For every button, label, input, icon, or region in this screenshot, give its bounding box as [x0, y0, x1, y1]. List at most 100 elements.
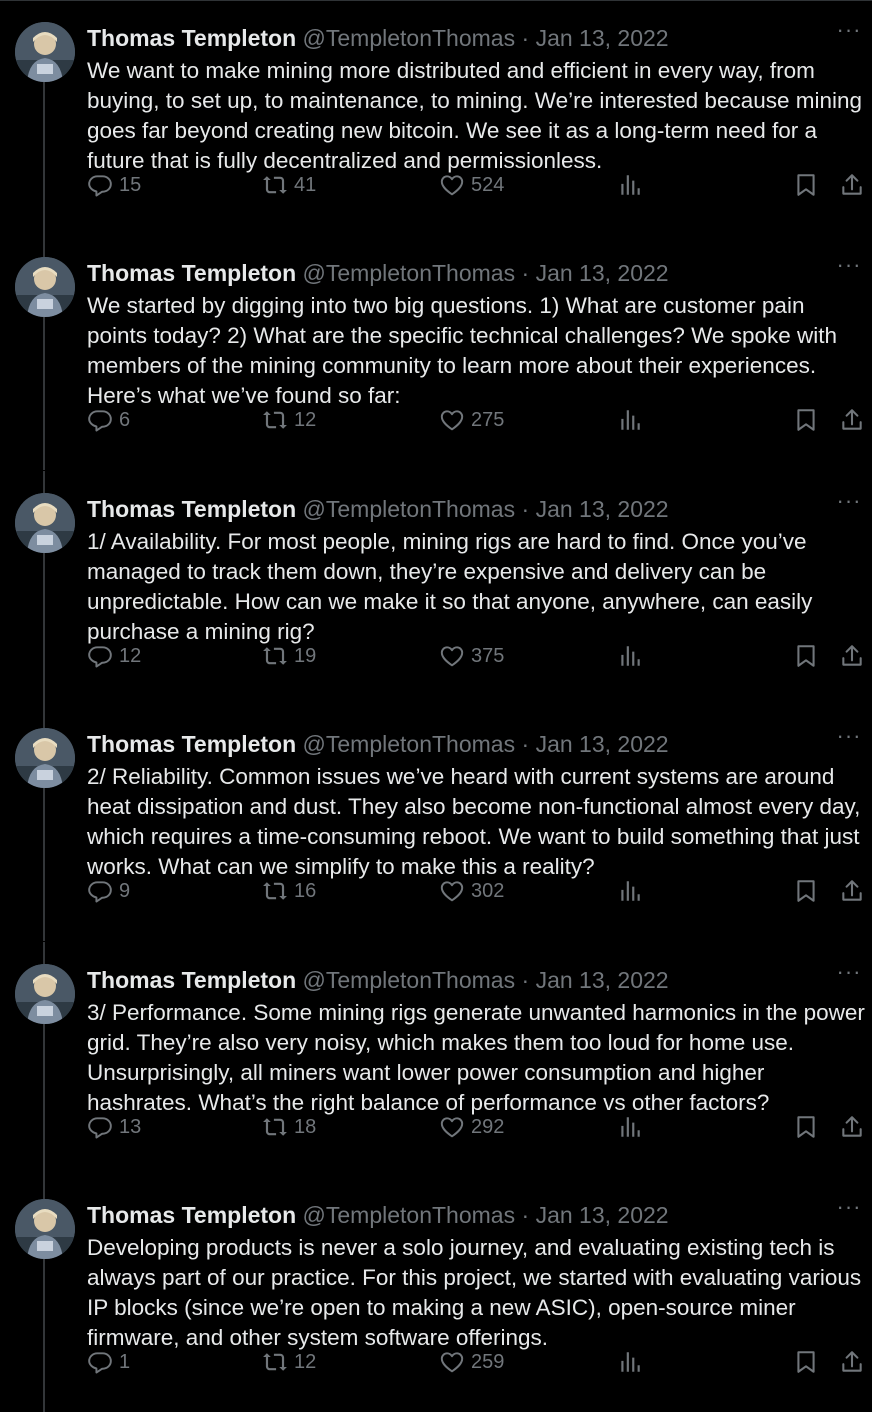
views-button[interactable] — [617, 641, 643, 671]
share-button[interactable] — [839, 405, 865, 435]
author-name[interactable]: Thomas Templeton — [87, 1202, 296, 1228]
author-name[interactable]: Thomas Templeton — [87, 25, 296, 51]
tweet[interactable]: Thomas Templeton @TempletonThomas · Jan … — [0, 942, 872, 1177]
tweet[interactable]: Thomas Templeton @TempletonThomas · Jan … — [0, 471, 872, 706]
more-icon[interactable]: ··· — [836, 490, 862, 515]
tweet[interactable]: Thomas Templeton @TempletonThomas · Jan … — [0, 1177, 872, 1412]
views-icon — [621, 1117, 640, 1137]
action-bar: 13 18 292 — [87, 1112, 867, 1142]
thread-connector — [43, 82, 45, 235]
bookmark-button[interactable] — [793, 170, 819, 200]
avatar[interactable] — [15, 257, 75, 317]
author-handle[interactable]: @TempletonThomas — [303, 25, 522, 51]
like-button[interactable]: 292 — [439, 1112, 504, 1142]
share-icon — [842, 409, 862, 430]
tweet-date[interactable]: Jan 13, 2022 — [536, 260, 669, 286]
like-button[interactable]: 275 — [439, 405, 504, 435]
reply-button[interactable]: 1 — [87, 1347, 130, 1377]
share-button[interactable] — [839, 876, 865, 906]
more-icon[interactable]: ··· — [836, 254, 862, 279]
views-button[interactable] — [617, 405, 643, 435]
reply-button[interactable]: 9 — [87, 876, 130, 906]
reply-button[interactable]: 12 — [87, 641, 141, 671]
avatar[interactable] — [15, 728, 75, 788]
author-handle[interactable]: @TempletonThomas — [303, 967, 522, 993]
avatar[interactable] — [15, 1199, 75, 1259]
author-handle[interactable]: @TempletonThomas — [303, 731, 522, 757]
like-button[interactable]: 375 — [439, 641, 504, 671]
thread-connector — [43, 471, 45, 493]
tweet-date[interactable]: Jan 13, 2022 — [536, 967, 669, 993]
share-button[interactable] — [839, 170, 865, 200]
tweet-header: Thomas Templeton @TempletonThomas · Jan … — [87, 24, 669, 52]
views-button[interactable] — [617, 1112, 643, 1142]
bookmark-button[interactable] — [793, 876, 819, 906]
reply-count: 15 — [119, 173, 142, 196]
more-icon[interactable]: ··· — [836, 19, 862, 44]
tweet-date[interactable]: Jan 13, 2022 — [536, 1202, 669, 1228]
like-button[interactable]: 524 — [439, 170, 504, 200]
reply-button[interactable]: 13 — [87, 1112, 141, 1142]
author-name[interactable]: Thomas Templeton — [87, 731, 296, 757]
retweet-button[interactable]: 41 — [262, 170, 316, 200]
tweet-text: 3/ Performance. Some mining rigs generat… — [87, 1000, 865, 1115]
retweet-count: 18 — [294, 1115, 317, 1138]
avatar[interactable] — [15, 22, 75, 82]
bookmark-button[interactable] — [793, 1347, 819, 1377]
tweet[interactable]: Thomas Templeton @TempletonThomas · Jan … — [0, 235, 872, 470]
views-button[interactable] — [617, 1347, 643, 1377]
share-button[interactable] — [839, 1112, 865, 1142]
retweet-button[interactable]: 18 — [262, 1112, 316, 1142]
retweet-button[interactable]: 19 — [262, 641, 316, 671]
separator: · — [521, 731, 536, 757]
reply-button[interactable]: 15 — [87, 170, 141, 200]
reply-button[interactable]: 6 — [87, 405, 130, 435]
bookmark-icon — [797, 645, 815, 667]
bookmark-button[interactable] — [793, 1112, 819, 1142]
bookmark-icon — [797, 1116, 815, 1138]
more-icon[interactable]: ··· — [836, 1196, 862, 1221]
author-name[interactable]: Thomas Templeton — [87, 496, 296, 522]
more-icon[interactable]: ··· — [836, 725, 862, 750]
author-handle[interactable]: @TempletonThomas — [303, 1202, 522, 1228]
retweet-button[interactable]: 12 — [262, 405, 316, 435]
tweet-date[interactable]: Jan 13, 2022 — [536, 496, 669, 522]
share-icon — [842, 1116, 862, 1137]
views-button[interactable] — [617, 170, 643, 200]
author-handle[interactable]: @TempletonThomas — [303, 496, 522, 522]
more-icon[interactable]: ··· — [836, 961, 862, 986]
reply-icon — [88, 1117, 112, 1139]
bookmark-icon — [797, 409, 815, 431]
like-button[interactable]: 259 — [439, 1347, 504, 1377]
avatar[interactable] — [15, 964, 75, 1024]
views-icon — [621, 410, 640, 430]
author-name[interactable]: Thomas Templeton — [87, 967, 296, 993]
retweet-icon — [263, 647, 287, 665]
tweet-date[interactable]: Jan 13, 2022 — [536, 25, 669, 51]
like-count: 275 — [471, 408, 505, 431]
retweet-button[interactable]: 16 — [262, 876, 316, 906]
tweet-header: Thomas Templeton @TempletonThomas · Jan … — [87, 1201, 669, 1229]
retweet-count: 41 — [294, 173, 317, 196]
like-button[interactable]: 302 — [439, 876, 504, 906]
retweet-button[interactable]: 12 — [262, 1347, 316, 1377]
share-button[interactable] — [839, 641, 865, 671]
avatar[interactable] — [15, 493, 75, 553]
reply-count: 1 — [119, 1350, 131, 1373]
avatar-image — [15, 964, 75, 1024]
bookmark-button[interactable] — [793, 405, 819, 435]
bookmark-icon — [797, 880, 815, 902]
retweet-count: 16 — [294, 879, 317, 902]
bookmark-button[interactable] — [793, 641, 819, 671]
avatar-image — [15, 493, 75, 553]
author-handle[interactable]: @TempletonThomas — [303, 260, 522, 286]
tweet-date[interactable]: Jan 13, 2022 — [536, 731, 669, 757]
heart-icon — [440, 881, 464, 902]
author-name[interactable]: Thomas Templeton — [87, 260, 296, 286]
share-button[interactable] — [839, 1347, 865, 1377]
tweet[interactable]: Thomas Templeton @TempletonThomas · Jan … — [0, 706, 872, 941]
tweet[interactable]: Thomas Templeton @TempletonThomas · Jan … — [0, 0, 872, 235]
tweet-text: 1/ Availability. For most people, mining… — [87, 529, 813, 644]
views-button[interactable] — [617, 876, 643, 906]
reply-icon — [88, 881, 112, 903]
